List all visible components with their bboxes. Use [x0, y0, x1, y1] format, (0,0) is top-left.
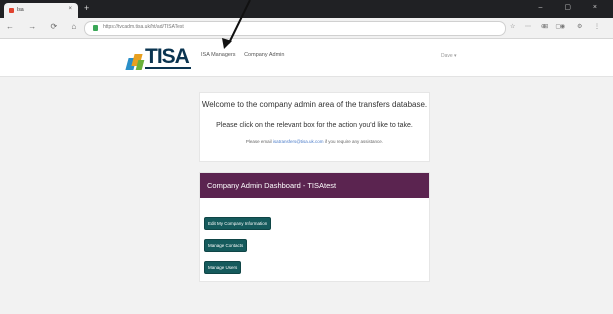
main-nav: ISA Managers Company Admin	[201, 52, 291, 58]
url-text[interactable]: https://tvcadm.tisa.uk/ht/ad/TISATest	[103, 24, 184, 30]
logo-text: TISA	[145, 45, 190, 68]
extension-icons[interactable]: ⊞ ◉ ⚙ ⋮	[543, 23, 605, 30]
lock-icon	[93, 25, 98, 31]
site-header: TISA ISA Managers Company Admin Dave ▾	[0, 39, 613, 77]
contact-suffix: if you require any assistance.	[323, 139, 384, 144]
browser-tab[interactable]: Isa ×	[4, 3, 78, 18]
manage-contacts-button[interactable]: Manage Contacts	[204, 239, 248, 252]
tab-title: Isa	[17, 7, 24, 13]
manage-users-button[interactable]: Manage Users	[204, 261, 242, 274]
contact-line: Please email isatransfers@tisa.uk.com if…	[200, 139, 429, 144]
page-content: TISA ISA Managers Company Admin Dave ▾ W…	[0, 39, 613, 314]
tab-close-icon[interactable]: ×	[68, 6, 72, 12]
navigation-buttons[interactable]: ← → ⟳ ⌂	[6, 22, 82, 31]
welcome-heading: Welcome to the company admin area of the…	[201, 100, 428, 109]
nav-company-admin[interactable]: Company Admin	[244, 52, 284, 58]
edit-company-info-button[interactable]: Edit My Company Information	[204, 217, 272, 230]
tisa-logo[interactable]: TISA	[125, 43, 191, 71]
window-controls[interactable]: – ▢ ×	[539, 3, 607, 11]
welcome-instruction: Please click on the relevant box for the…	[216, 122, 413, 129]
browser-window: Isa × + – ▢ × ← → ⟳ ⌂ https://tvcadm.tis…	[0, 0, 613, 314]
nav-isa-managers[interactable]: ISA Managers	[201, 52, 236, 58]
tisa-logo-icon	[125, 49, 145, 70]
new-tab-button[interactable]: +	[84, 3, 89, 13]
contact-email-link[interactable]: isatransfers@tisa.uk.com	[273, 139, 324, 144]
tab-favicon-icon	[9, 8, 14, 13]
address-bar[interactable]: https://tvcadm.tisa.uk/ht/ad/TISATest	[84, 21, 506, 36]
user-menu[interactable]: Dave ▾	[441, 53, 457, 59]
tab-bar: Isa × + – ▢ ×	[0, 0, 613, 18]
dashboard-header: Company Admin Dashboard - TISAtest	[200, 173, 429, 198]
welcome-panel: Welcome to the company admin area of the…	[199, 92, 430, 162]
contact-prefix: Please email	[245, 139, 273, 144]
address-toolbar: ← → ⟳ ⌂ https://tvcadm.tisa.uk/ht/ad/TIS…	[0, 18, 613, 39]
logo-underline	[145, 67, 191, 69]
dashboard-title: Company Admin Dashboard - TISAtest	[207, 181, 337, 190]
dashboard-panel: Company Admin Dashboard - TISAtest Edit …	[199, 172, 430, 282]
